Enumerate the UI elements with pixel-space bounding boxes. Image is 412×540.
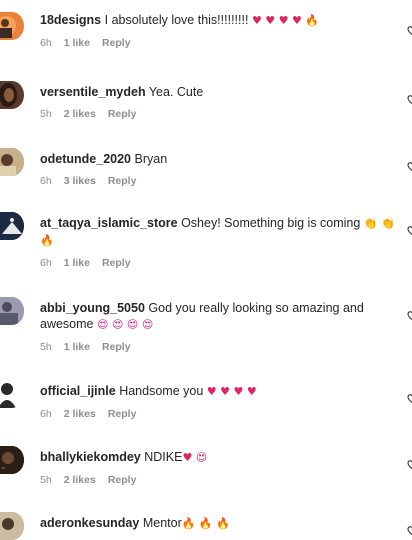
- reply-button[interactable]: Reply: [108, 408, 137, 420]
- comment-text: abbi_young_5050 God you really looking s…: [40, 300, 398, 333]
- reply-button[interactable]: Reply: [102, 341, 131, 353]
- red-heart-emoji: ♥: [182, 451, 193, 464]
- comment-username[interactable]: official_ijinle: [40, 384, 116, 398]
- heart-outline-icon[interactable]: [406, 24, 412, 36]
- avatar[interactable]: [0, 81, 24, 109]
- avatar[interactable]: ~: [0, 446, 24, 474]
- comment-username[interactable]: versentile_mydeh: [40, 85, 146, 99]
- comment-body: Oshey! Something big is coming: [181, 216, 361, 230]
- comment-body: Yea. Cute: [148, 85, 204, 99]
- red-heart-emoji: ♥: [292, 14, 302, 27]
- comment-text: official_ijinle Handsome you ♥ ♥ ♥ ♥: [40, 383, 398, 400]
- comment-body: NDIKE: [144, 450, 183, 464]
- avatar[interactable]: [0, 212, 24, 240]
- fire-emoji: 🔥: [40, 234, 54, 247]
- comment-username[interactable]: abbi_young_5050: [40, 301, 145, 315]
- comment-text: aderonkesunday Mentor🔥 🔥 🔥: [40, 515, 398, 532]
- comment-text: bhallykiekomdey NDIKE♥ 😍: [40, 449, 398, 466]
- red-heart-emoji: ♥: [251, 14, 262, 27]
- reply-button[interactable]: Reply: [108, 474, 137, 486]
- avatar[interactable]: [0, 148, 24, 176]
- heart-eyes-emoji: 😍: [111, 318, 124, 331]
- heart-outline-icon[interactable]: [406, 524, 412, 536]
- heart-eyes-emoji: 😍: [126, 318, 139, 331]
- comment-time: 6h: [40, 408, 52, 420]
- reply-button[interactable]: Reply: [102, 257, 131, 269]
- reply-button[interactable]: Reply: [102, 37, 131, 49]
- comment-body: Handsome you: [119, 384, 204, 398]
- heart-outline-icon[interactable]: [406, 392, 412, 404]
- avatar[interactable]: [0, 380, 24, 408]
- comment-body: Mentor: [142, 516, 182, 530]
- red-heart-emoji: ♥: [233, 385, 244, 398]
- comment-time: 6h: [40, 175, 52, 187]
- like-count[interactable]: 1 like: [64, 341, 90, 353]
- like-count[interactable]: 2 likes: [64, 408, 96, 420]
- avatar[interactable]: [0, 512, 24, 540]
- like-count[interactable]: 3 likes: [64, 175, 96, 187]
- avatar[interactable]: [0, 297, 24, 325]
- clapping-hands-emoji: 👏: [381, 217, 395, 230]
- like-count[interactable]: 2 likes: [64, 108, 96, 120]
- heart-outline-icon[interactable]: [406, 93, 412, 105]
- comment-time: 5h: [40, 474, 52, 486]
- avatar[interactable]: [0, 12, 24, 40]
- like-count[interactable]: 1 like: [64, 257, 90, 269]
- reply-button[interactable]: Reply: [108, 175, 137, 187]
- fire-emoji: 🔥: [216, 517, 230, 530]
- like-count[interactable]: 2 likes: [64, 474, 96, 486]
- comment-username[interactable]: aderonkesunday: [40, 516, 139, 530]
- reply-button[interactable]: Reply: [108, 108, 137, 120]
- comment-meta: 5h 2 likes Reply: [40, 474, 398, 486]
- comment-body: Bryan: [134, 152, 168, 166]
- comment-meta: 6h 1 like Reply: [40, 37, 398, 49]
- comment-body: I absolutely love this!!!!!!!!!: [104, 13, 249, 27]
- comment-time: 6h: [40, 257, 52, 269]
- red-heart-emoji: ♥: [265, 14, 276, 27]
- comment-username[interactable]: odetunde_2020: [40, 152, 131, 166]
- comment-time: 5h: [40, 108, 52, 120]
- heart-outline-icon[interactable]: [406, 309, 412, 321]
- fire-emoji: 🔥: [198, 517, 213, 530]
- comment-time: 6h: [40, 37, 52, 49]
- comment-text: odetunde_2020 Bryan: [40, 151, 398, 167]
- fire-emoji: 🔥: [305, 14, 320, 27]
- heart-outline-icon[interactable]: [406, 224, 412, 236]
- fire-emoji: 🔥: [181, 517, 196, 530]
- comment-meta: 5h 2 likes Reply: [40, 108, 398, 120]
- svg-text:~: ~: [1, 465, 6, 472]
- comment-text: 18designs I absolutely love this!!!!!!!!…: [40, 12, 398, 29]
- heart-eyes-emoji: 😍: [195, 451, 208, 464]
- red-heart-emoji: ♥: [278, 14, 289, 27]
- red-heart-emoji: ♥: [206, 385, 217, 398]
- comment-meta: 6h 2 likes Reply: [40, 408, 398, 420]
- heart-outline-icon[interactable]: [406, 458, 412, 470]
- comment-meta: 5h 1 like Reply: [40, 341, 398, 353]
- comment-text: at_taqya_islamic_store Oshey! Something …: [40, 215, 398, 249]
- comment-meta: 6h 3 likes Reply: [40, 175, 398, 187]
- comment-username[interactable]: 18designs: [40, 13, 101, 27]
- comment-username[interactable]: at_taqya_islamic_store: [40, 216, 178, 230]
- comment-username[interactable]: bhallykiekomdey: [40, 450, 141, 464]
- heart-eyes-emoji: 😍: [96, 318, 109, 331]
- red-heart-emoji: ♥: [246, 385, 257, 398]
- heart-outline-icon[interactable]: [406, 160, 412, 172]
- clapping-hands-emoji: 👏: [363, 217, 378, 230]
- heart-eyes-emoji: 😍: [141, 318, 154, 331]
- comment-time: 5h: [40, 341, 52, 353]
- red-heart-emoji: ♥: [220, 385, 230, 398]
- comment-text: versentile_mydeh Yea. Cute: [40, 84, 398, 100]
- comment-meta: 6h 1 like Reply: [40, 257, 398, 269]
- like-count[interactable]: 1 like: [64, 37, 90, 49]
